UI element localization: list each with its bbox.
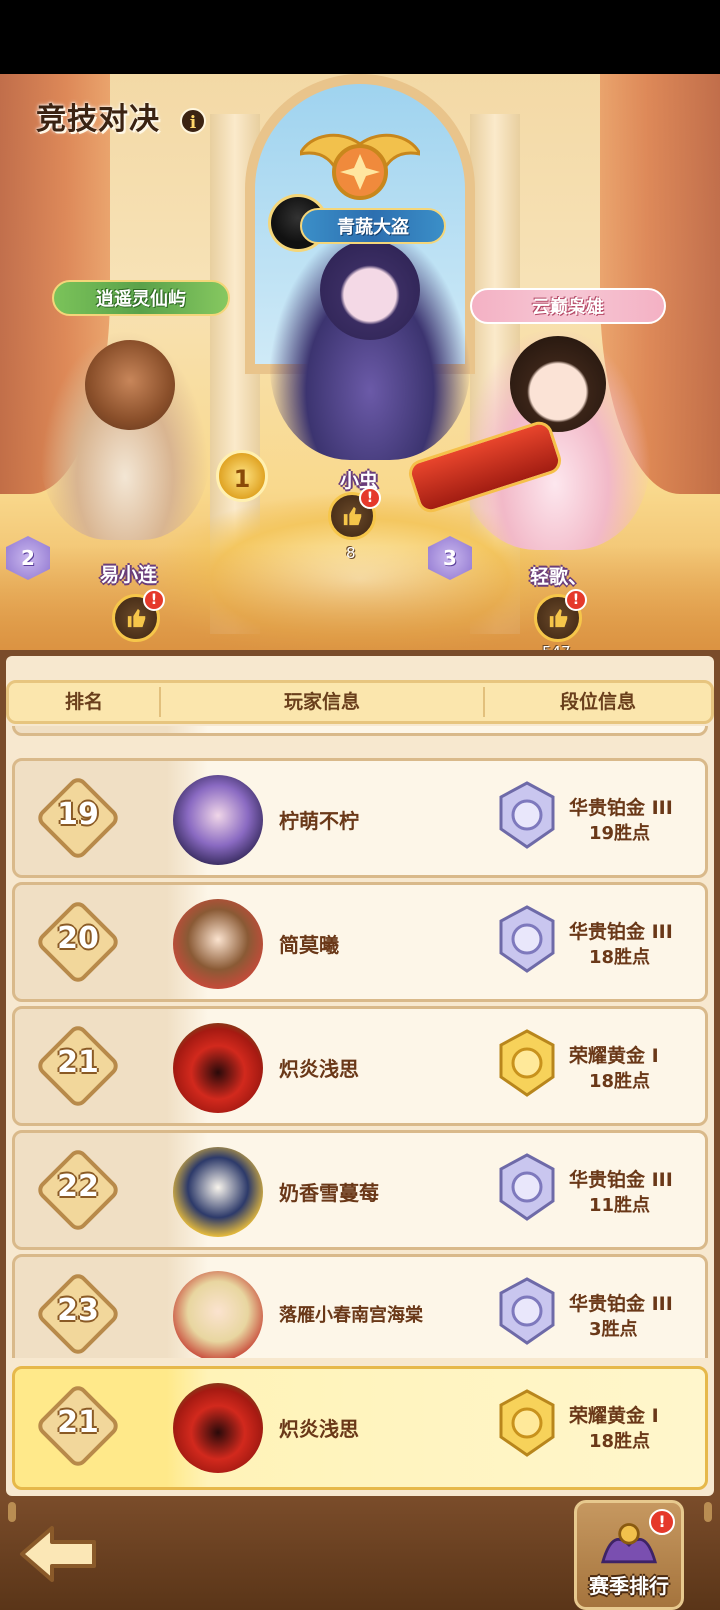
rank-number: 21 <box>57 1045 99 1080</box>
rank-number: 23 <box>57 1293 99 1328</box>
tier-name: 华贵铂金 III <box>569 1293 673 1315</box>
tier-points: 19胜点 <box>589 823 651 844</box>
player-1-character[interactable] <box>270 230 470 460</box>
leaderboard-list[interactable]: 19 柠萌不柠 华贵铂金 III 19胜点 20 简莫曦 华贵铂金 III 18… <box>10 726 710 1358</box>
tier-points: 18胜点 <box>589 1071 651 1092</box>
platinum-icon <box>499 781 555 849</box>
second-player-name: 易小连 <box>100 564 158 586</box>
tier-points: 18胜点 <box>589 1431 651 1452</box>
player-name: 奶香雪蔓莓 <box>279 1181 379 1205</box>
page-title: 竞技对决 <box>36 102 160 137</box>
player-2-character[interactable] <box>40 330 210 540</box>
character-head <box>320 240 420 340</box>
gold-icon <box>499 1029 555 1097</box>
back-arrow-icon[interactable] <box>18 1524 98 1584</box>
gold-icon <box>499 1389 555 1457</box>
like-button-second[interactable]: ! <box>112 589 165 642</box>
table-row[interactable]: 23 落雁小春南宫海棠 华贵铂金 III 3胜点 <box>12 1254 708 1358</box>
rank-number: 22 <box>57 1169 99 1204</box>
bar-knob <box>8 1502 16 1522</box>
season-ranking-button[interactable]: ! 赛季排行 <box>574 1500 684 1610</box>
player-name: 炽炎浅思 <box>279 1417 359 1441</box>
table-row-partial <box>12 726 708 736</box>
table-row[interactable]: 21 炽炎浅思 荣耀黄金 I 18胜点 <box>12 1006 708 1126</box>
table-row[interactable]: 20 简莫曦 华贵铂金 III 18胜点 <box>12 882 708 1002</box>
title-banner-third: 云巅枭雄 <box>470 288 666 324</box>
table-row[interactable]: 22 奶香雪蔓莓 华贵铂金 III 11胜点 <box>12 1130 708 1250</box>
tier-name: 华贵铂金 III <box>569 921 673 943</box>
season-ranking-label: 赛季排行 <box>589 1574 669 1598</box>
player-name: 简莫曦 <box>279 933 339 957</box>
thumbs-up-icon <box>127 608 146 628</box>
notification-dot: ! <box>359 487 381 509</box>
rank-number: 19 <box>57 797 99 832</box>
platinum-icon <box>499 1153 555 1221</box>
platinum-icon <box>499 905 555 973</box>
tier-name: 荣耀黄金 I <box>569 1405 659 1427</box>
avatar[interactable] <box>173 775 263 865</box>
avatar[interactable] <box>173 1147 263 1237</box>
avatar[interactable] <box>173 1271 263 1358</box>
tier-points: 18胜点 <box>589 947 651 968</box>
thumbs-up-icon <box>549 608 568 628</box>
like-count-first: 8 <box>346 544 356 562</box>
character-head <box>85 340 175 430</box>
column-player-info: 玩家信息 <box>283 691 360 713</box>
rank-1-medal: 1 <box>216 450 268 502</box>
column-rank: 排名 <box>64 691 103 713</box>
player-name: 柠萌不柠 <box>279 809 359 833</box>
platinum-icon <box>499 1277 555 1345</box>
notification-dot: ! <box>565 589 587 611</box>
player-name: 炽炎浅思 <box>279 1057 359 1081</box>
tier-points: 11胜点 <box>589 1195 651 1216</box>
tier-name: 华贵铂金 III <box>569 797 673 819</box>
table-row[interactable]: 19 柠萌不柠 华贵铂金 III 19胜点 <box>12 758 708 878</box>
notification-dot: ! <box>649 1509 675 1535</box>
my-rank-row[interactable]: 21 炽炎浅思 荣耀黄金 I 18胜点 <box>12 1366 708 1490</box>
rank-number: 21 <box>57 1405 99 1440</box>
avatar[interactable] <box>173 1023 263 1113</box>
third-player-name: 轻歌、 <box>530 566 588 588</box>
tier-name: 华贵铂金 III <box>569 1169 673 1191</box>
tier-points: 3胜点 <box>589 1319 638 1340</box>
like-button-third[interactable]: ! <box>534 589 587 642</box>
title-banner-first: 青蔬大盗 <box>300 208 446 244</box>
avatar[interactable] <box>173 1383 263 1473</box>
character-head <box>510 336 606 432</box>
column-tier-info: 段位信息 <box>559 691 636 713</box>
title-banner-second: 逍遥灵仙屿 <box>52 280 230 316</box>
player-name: 落雁小春南宫海棠 <box>279 1305 423 1326</box>
avatar[interactable] <box>173 899 263 989</box>
table-header: 排名 玩家信息 段位信息 <box>6 680 714 724</box>
notification-dot: ! <box>143 589 165 611</box>
status-bar <box>0 0 720 74</box>
rank-number: 20 <box>57 921 99 956</box>
info-icon[interactable]: i <box>180 108 206 134</box>
tier-name: 荣耀黄金 I <box>569 1045 659 1067</box>
like-button-first[interactable]: ! <box>328 487 381 540</box>
bar-knob <box>704 1502 712 1522</box>
thumbs-up-icon <box>343 506 362 526</box>
